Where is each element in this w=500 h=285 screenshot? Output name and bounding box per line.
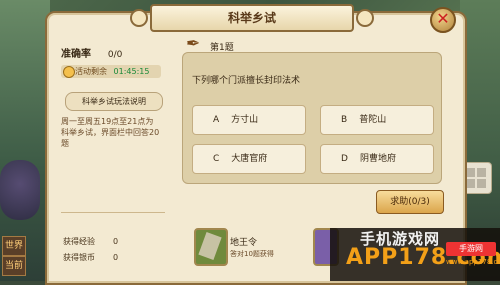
chat-tab-world[interactable]: 世界 xyxy=(2,236,26,256)
watermark-badge: 手游网 xyxy=(446,242,496,256)
divider xyxy=(61,212,165,213)
option-key: C xyxy=(213,154,220,164)
help-button[interactable]: 求助(0/3) xyxy=(376,190,444,214)
option-key: D xyxy=(341,154,348,164)
silver-row: 获得银币 0 xyxy=(63,252,118,263)
timer-row: 活动剩余 01:45:15 xyxy=(61,65,161,78)
exp-row: 获得经验 0 xyxy=(63,236,118,247)
timer-label: 活动剩余 xyxy=(75,67,107,76)
exp-label: 获得经验 xyxy=(63,237,95,246)
accuracy-value: 0/0 xyxy=(107,50,123,60)
option-key: A xyxy=(213,115,220,125)
option-b[interactable]: B 普陀山 xyxy=(320,105,434,135)
option-d[interactable]: D 阴曹地府 xyxy=(320,144,434,174)
reward-name: 地王令 xyxy=(230,238,258,248)
option-label: 普陀山 xyxy=(359,115,387,125)
dialog-title: 科举乡试 xyxy=(130,4,374,32)
option-c[interactable]: C 大唐官府 xyxy=(192,144,306,174)
grid-menu-icon xyxy=(466,168,475,177)
accuracy-label: 准确率 xyxy=(61,49,91,60)
close-icon[interactable]: ✕ xyxy=(430,7,456,33)
option-key: B xyxy=(341,115,348,125)
player-character xyxy=(0,160,40,220)
option-label: 大唐官府 xyxy=(231,154,268,164)
stats-panel: 准确率 0/0 活动剩余 01:45:15 科举乡试玩法说明 周一至周五19点至… xyxy=(57,40,173,272)
accuracy-row: 准确率 0/0 xyxy=(61,45,122,60)
silver-label: 获得银币 xyxy=(63,253,95,262)
option-label: 阴曹地府 xyxy=(359,154,396,164)
watermark-url: www.app178.com xyxy=(446,258,500,266)
option-label: 方寸山 xyxy=(231,115,259,125)
timer-value: 01:45:15 xyxy=(113,67,150,76)
silver-value: 0 xyxy=(113,253,119,262)
chat-tab-current[interactable]: 当前 xyxy=(2,256,26,276)
question-text: 下列哪个门派擅长封印法术 xyxy=(192,76,301,86)
option-a[interactable]: A 方寸山 xyxy=(192,105,306,135)
clock-icon xyxy=(63,66,75,78)
rules-button[interactable]: 科举乡试玩法说明 xyxy=(65,92,163,111)
token-item-icon[interactable] xyxy=(194,228,228,266)
exp-value: 0 xyxy=(113,237,119,246)
reward-desc: 答对10题获得 xyxy=(230,250,274,258)
rules-text: 周一至周五19点至21点为科举乡试，界面栏中回答20题 xyxy=(61,117,160,148)
